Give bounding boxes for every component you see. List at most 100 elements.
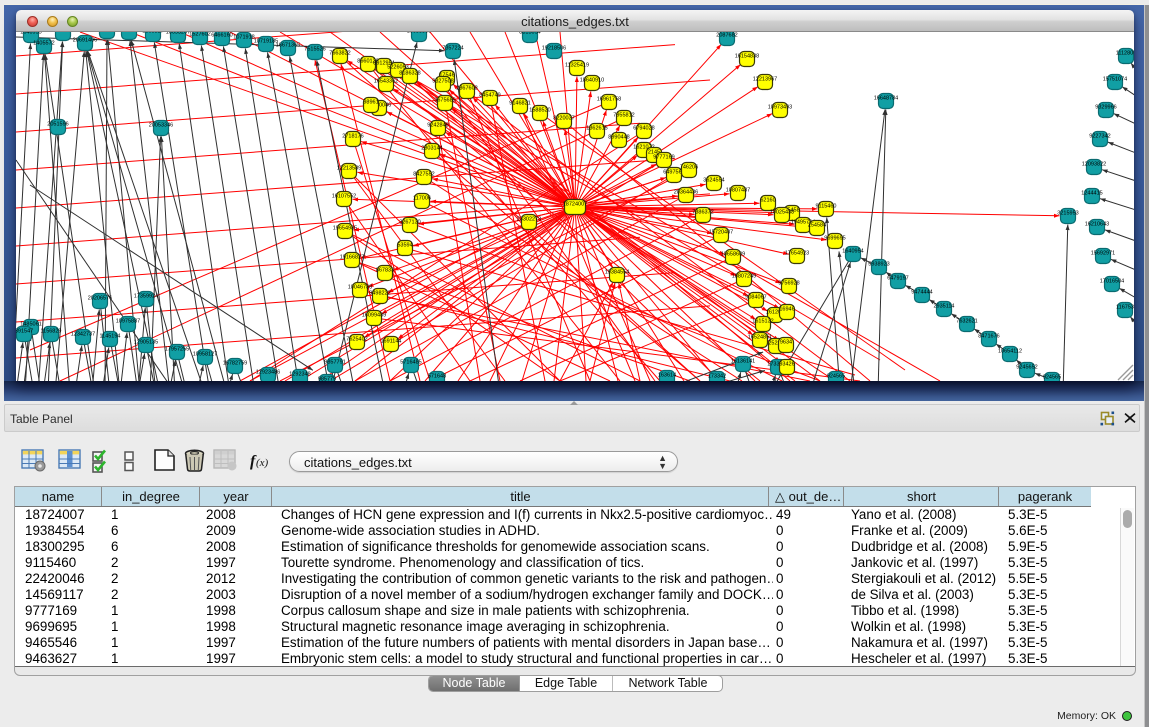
svg-text:3624554: 3624554 [703, 178, 724, 184]
svg-text:16543362: 16543362 [374, 79, 398, 85]
svg-text:1071918: 1071918 [233, 35, 254, 41]
svg-text:2051596: 2051596 [47, 122, 68, 128]
svg-text:9242848: 9242848 [427, 123, 448, 129]
svg-text:116753: 116753 [1116, 305, 1134, 311]
svg-text:17654923: 17654923 [785, 251, 809, 257]
svg-text:2803144: 2803144 [421, 146, 442, 152]
svg-text:867833: 867833 [376, 268, 394, 274]
svg-text:9474444: 9474444 [911, 290, 932, 296]
svg-text:1292348: 1292348 [289, 372, 310, 378]
svg-text:3215953: 3215953 [1057, 211, 1078, 217]
svg-text:18640910: 18640910 [580, 78, 604, 84]
svg-text:7357224: 7357224 [442, 46, 463, 52]
svg-text:1362615: 1362615 [586, 126, 607, 132]
svg-text:10654112: 10654112 [998, 349, 1022, 355]
svg-text:7625402: 7625402 [346, 337, 367, 343]
svg-text:9146821: 9146821 [509, 101, 530, 107]
svg-text:1691144: 1691144 [380, 339, 401, 345]
svg-text:10973493: 10973493 [768, 105, 792, 111]
svg-text:6466160: 6466160 [211, 33, 232, 39]
svg-text:2935114: 2935114 [933, 304, 954, 310]
svg-text:17957255: 17957255 [165, 347, 189, 353]
svg-text:2093141: 2093141 [52, 32, 73, 34]
svg-text:1156829: 1156829 [40, 329, 61, 335]
svg-text:8220037: 8220037 [553, 116, 574, 122]
svg-text:15720407: 15720407 [709, 230, 733, 236]
svg-text:16782759: 16782759 [223, 361, 247, 367]
svg-text:10975887: 10975887 [116, 319, 140, 325]
svg-text:16210643: 16210643 [1085, 222, 1109, 228]
svg-text:254584: 254584 [808, 223, 826, 229]
svg-text:20691406: 20691406 [73, 38, 97, 44]
svg-text:117006: 117006 [413, 196, 431, 202]
svg-text:6794028: 6794028 [633, 126, 654, 132]
svg-text:8186328: 8186328 [399, 71, 420, 77]
svg-text:19166827: 19166827 [340, 255, 364, 261]
svg-text:1527602: 1527602 [189, 32, 210, 38]
svg-text:16671365: 16671365 [276, 43, 300, 49]
svg-text:17359924: 17359924 [134, 294, 158, 300]
svg-text:2718176: 2718176 [342, 134, 363, 140]
svg-text:924565: 924565 [1043, 375, 1061, 381]
svg-text:9699695: 9699695 [824, 236, 845, 242]
svg-text:9227342: 9227342 [1089, 134, 1110, 140]
svg-text:8427552: 8427552 [413, 172, 434, 178]
svg-text:7515526: 7515526 [304, 47, 325, 53]
svg-text:9329966: 9329966 [1095, 105, 1116, 111]
svg-text:10658609: 10658609 [721, 252, 745, 258]
svg-text:12342737: 12342737 [71, 332, 95, 338]
svg-text:9115460: 9115460 [815, 204, 836, 210]
svg-text:1065327: 1065327 [142, 32, 163, 35]
svg-text:7632621: 7632621 [956, 319, 977, 325]
svg-text:9756928: 9756928 [778, 281, 799, 287]
svg-text:11325419: 11325419 [565, 63, 589, 69]
svg-text:924565: 924565 [827, 374, 845, 380]
svg-text:9084067: 9084067 [745, 295, 766, 301]
svg-text:53594: 53594 [397, 243, 412, 249]
svg-text:8990448: 8990448 [608, 135, 629, 141]
svg-text:1405572: 1405572 [33, 41, 54, 47]
svg-text:10719185: 10719185 [254, 39, 278, 45]
svg-text:12213589: 12213589 [337, 166, 361, 172]
svg-text:9857791: 9857791 [324, 360, 345, 366]
svg-text:10025438: 10025438 [770, 210, 794, 216]
svg-text:1615132: 1615132 [752, 319, 773, 325]
svg-text:163614: 163614 [658, 373, 676, 379]
svg-text:746206: 746206 [680, 165, 698, 171]
svg-text:18807249: 18807249 [732, 274, 756, 280]
svg-text:16946: 16946 [779, 307, 794, 313]
svg-text:1588520: 1588520 [529, 108, 550, 114]
svg-text:62160: 62160 [760, 198, 775, 204]
svg-text:16107552: 16107552 [332, 194, 356, 200]
svg-text:1065328: 1065328 [118, 32, 139, 33]
svg-text:15751074: 15751074 [1103, 77, 1127, 83]
svg-text:9777169: 9777169 [653, 155, 674, 161]
svg-text:1640955: 1640955 [20, 32, 41, 36]
svg-text:391547: 391547 [16, 329, 33, 335]
svg-text:9634: 9634 [780, 340, 792, 346]
svg-text:173342: 173342 [708, 374, 726, 380]
svg-text:20206576: 20206576 [88, 296, 112, 302]
svg-text:1640954: 1640954 [842, 249, 863, 255]
svg-text:23302273: 23302273 [517, 217, 541, 223]
svg-text:9245652: 9245652 [1016, 365, 1037, 371]
svg-text:5716485: 5716485 [400, 360, 421, 366]
svg-text:9327508: 9327508 [432, 79, 453, 85]
svg-text:19218506: 19218506 [542, 46, 566, 52]
svg-text:2087682: 2087682 [716, 33, 737, 39]
svg-text:1145194: 1145194 [99, 334, 120, 340]
svg-text:10653267: 10653267 [166, 32, 190, 36]
svg-text:7663822: 7663822 [329, 51, 350, 57]
svg-text:19384554: 19384554 [605, 270, 629, 276]
svg-text:15692971: 15692971 [1091, 251, 1115, 257]
svg-text:1112805: 1112805 [1116, 51, 1134, 57]
svg-text:8471676: 8471676 [978, 334, 999, 340]
svg-text:7386372: 7386372 [692, 210, 713, 216]
svg-text:18724007: 18724007 [563, 202, 587, 208]
svg-text:12923486: 12923486 [256, 370, 280, 376]
svg-text:10807487: 10807487 [726, 188, 750, 194]
svg-text:20053346: 20053346 [149, 123, 173, 129]
svg-text:16154838: 16154838 [735, 54, 759, 60]
svg-text:93426: 93426 [779, 362, 794, 368]
svg-text:16648784: 16648784 [874, 96, 898, 102]
